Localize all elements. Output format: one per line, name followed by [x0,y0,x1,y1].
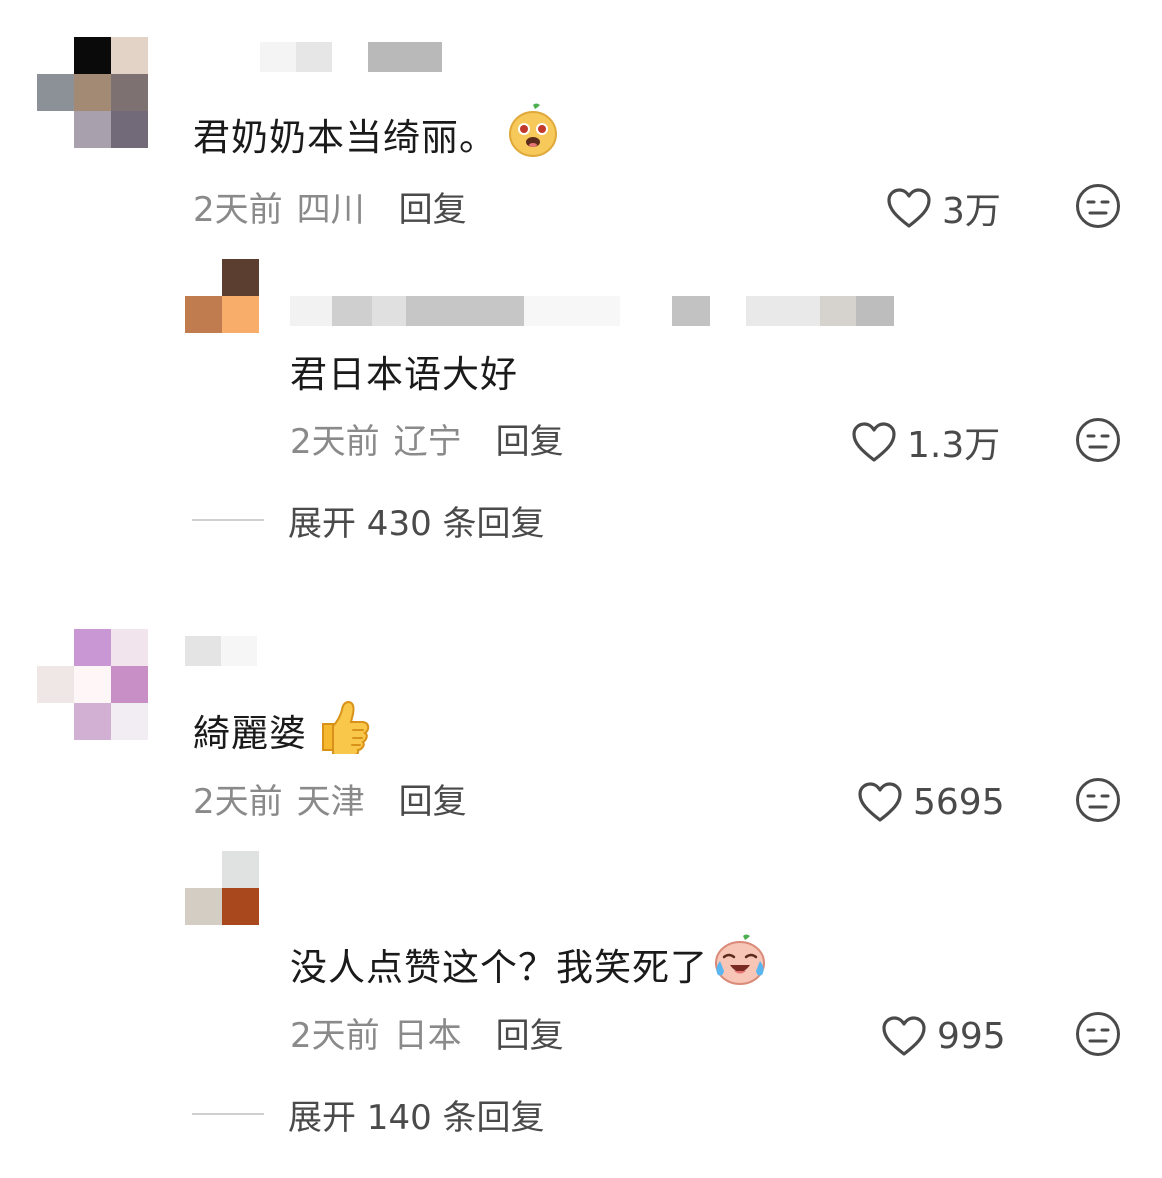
comment-text: 君奶奶本当绮丽。 [193,103,559,160]
username-blurred[interactable] [260,42,442,72]
reply-location: 辽宁 [393,421,462,462]
heart-icon [852,422,896,462]
divider-line [192,519,264,521]
reply-button[interactable]: 回复 [496,414,564,463]
reply-time: 2天前 [290,421,380,462]
comment-location: 天津 [296,781,365,822]
dislike-button[interactable] [1075,417,1121,467]
like-count: 1.3万 [907,425,1001,466]
peanut-face-emoji [507,102,559,167]
expand-replies-button[interactable]: 展开 430 条回复 [192,496,545,544]
comment-time: 2天前 [193,781,283,822]
reply-location: 日本 [393,1015,462,1056]
expand-replies-button[interactable]: 展开 140 条回复 [192,1090,545,1138]
like-button[interactable]: 995 [881,1012,1006,1060]
heart-icon [887,188,931,228]
like-button[interactable]: 5695 [857,778,1005,826]
reply-username-blurred[interactable] [290,296,894,326]
heart-icon [858,782,902,822]
reply-meta: 2天前 辽宁 回复 [290,414,564,462]
reply-text: 没人点赞这个？我笑死了 [290,934,768,991]
heart-icon [882,1016,926,1056]
comment-meta: 2天前 天津 回复 [193,774,467,822]
reply-avatar[interactable] [185,259,259,333]
comment-time: 2天前 [193,189,283,230]
reply-button[interactable]: 回复 [496,1008,564,1057]
reply-time: 2天前 [290,1015,380,1056]
reply-button[interactable]: 回复 [399,774,467,823]
comment-meta: 2天前 四川 回复 [193,182,467,230]
comment-text: 綺麗婆 [193,700,371,758]
like-button[interactable]: 1.3万 [851,418,1000,466]
meh-face-icon [1076,1012,1120,1056]
laughing-crying-face-emoji [712,933,768,996]
reply-text: 君日本语大好 [290,353,518,396]
reply-avatar[interactable] [185,851,259,925]
like-count: 5695 [913,781,1005,823]
username-blurred[interactable] [185,636,257,666]
like-count: 3万 [942,191,1001,232]
meh-face-icon [1076,418,1120,462]
like-count: 995 [937,1015,1006,1057]
meh-face-icon [1076,184,1120,228]
reply-button[interactable]: 回复 [399,182,467,231]
comment-location: 四川 [296,189,365,230]
thumbs-up-emoji [317,698,371,763]
reply-meta: 2天前 日本 回复 [290,1008,564,1056]
dislike-button[interactable] [1075,1011,1121,1061]
dislike-button[interactable] [1075,777,1121,827]
dislike-button[interactable] [1075,183,1121,233]
avatar[interactable] [37,37,148,148]
meh-face-icon [1076,778,1120,822]
avatar[interactable] [37,629,148,740]
divider-line [192,1113,264,1115]
like-button[interactable]: 3万 [886,184,1001,232]
